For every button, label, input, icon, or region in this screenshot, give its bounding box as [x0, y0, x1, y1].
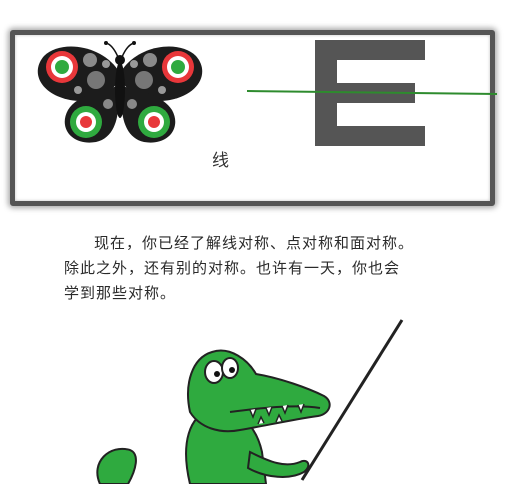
body-paragraph: 现在，你已经了解线对称、点对称和面对称。 除此之外，还有别的对称。也许有一天，你…: [64, 231, 464, 306]
paragraph-line: 除此之外，还有别的对称。也许有一天，你也会: [64, 259, 401, 277]
paragraph-line: 现在，你已经了解线对称、点对称和面对称。: [94, 234, 415, 252]
figure-label: 线: [212, 151, 229, 171]
paragraph-line: 学到那些对称。: [64, 284, 177, 302]
letter-e-illustration: [246, 40, 497, 146]
crocodile-illustration: [96, 319, 404, 484]
butterfly-illustration: [37, 41, 203, 143]
